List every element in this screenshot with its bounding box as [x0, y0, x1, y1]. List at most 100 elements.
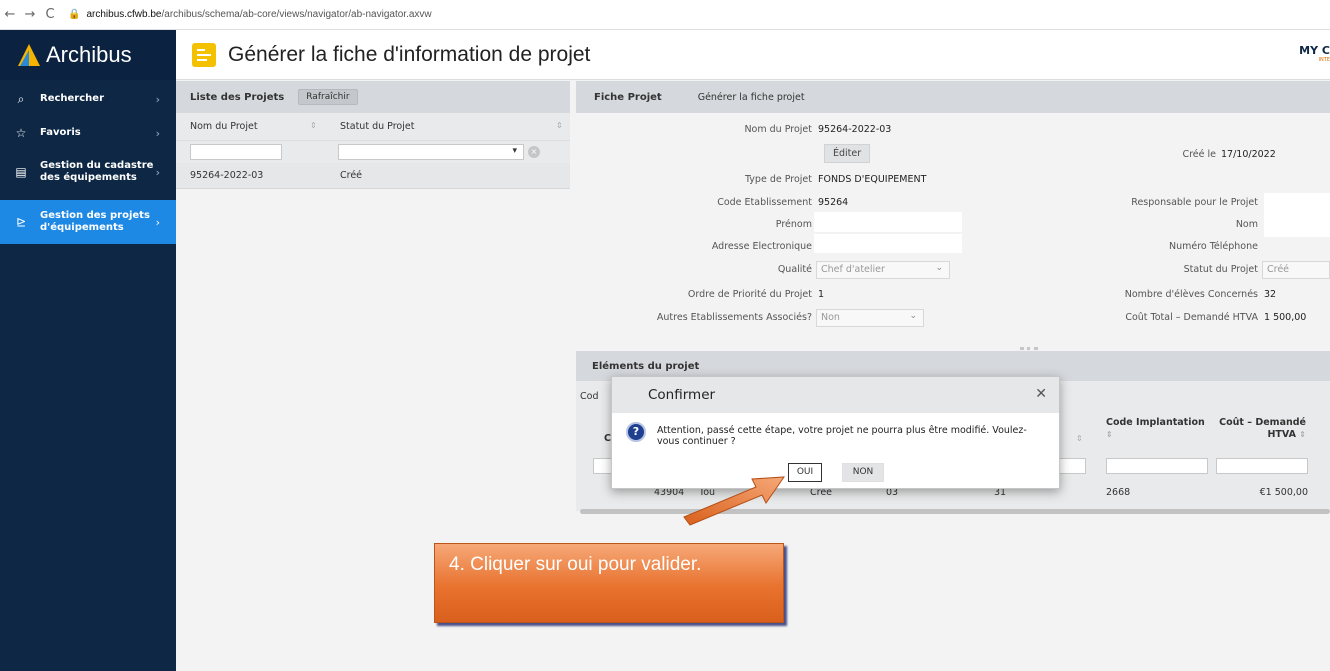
clear-filter-icon[interactable]: ×: [528, 146, 540, 158]
column-nom-projet[interactable]: Nom du Projet ⇕: [190, 121, 340, 132]
column-label: Nom du Projet: [190, 121, 258, 132]
sidebar: Archibus ⌕ Rechercher › ☆ Favoris › ▤ Ge…: [0, 30, 176, 671]
refresh-button[interactable]: Rafraîchir: [298, 89, 358, 105]
chevron-down-icon: ▾: [512, 146, 517, 156]
value-responsable: [1264, 193, 1330, 213]
sort-icon: ⇕: [1106, 430, 1113, 439]
value-type-projet: FONDS D'EQUIPEMENT: [818, 174, 927, 185]
statut-value: Créé: [1267, 264, 1290, 275]
form-header: Fiche Projet Générer la fiche projet: [576, 81, 1330, 113]
page-title: Générer la fiche d'information de projet: [228, 42, 591, 66]
column-label: Coût – Demandé HTVA: [1219, 417, 1306, 440]
non-button[interactable]: NON: [842, 463, 884, 482]
edit-button[interactable]: Éditer: [824, 144, 871, 163]
report-icon: [192, 42, 216, 67]
filter-nom-input[interactable]: [190, 144, 282, 160]
filter-implantation-input[interactable]: [1106, 458, 1208, 474]
qualite-value: Chef d'atelier: [821, 264, 885, 275]
label-cree-le: Créé le: [1182, 149, 1216, 160]
value-email: [814, 234, 962, 253]
label-type-projet: Type de Projet: [744, 174, 812, 185]
column-statut-projet[interactable]: Statut du Projet ⇕: [340, 121, 563, 132]
browser-bar: ← → C 🔒 archibus.cfwb.be/archibus/schema…: [0, 0, 1330, 30]
url-path: /archibus/schema/ab-core/views/navigator…: [161, 9, 432, 20]
annotation-arrow-icon: [683, 476, 785, 526]
chevron-right-icon: ›: [155, 126, 160, 140]
filter-input[interactable]: [1056, 458, 1086, 474]
column-cout-demande[interactable]: Coût – Demandé HTVA ⇕: [1210, 417, 1306, 441]
archibus-logo-icon: [18, 44, 40, 66]
label-code-etab: Code Etablissement: [717, 197, 812, 208]
sort-icon: ⇕: [310, 121, 317, 130]
label-telephone: Numéro Téléphone: [1168, 241, 1258, 252]
value-cree-le: 17/10/2022: [1221, 149, 1276, 160]
label-responsable: Responsable pour le Projet: [1131, 197, 1258, 208]
dialog-title: Confirmer: [648, 387, 716, 403]
annotation-callout: 4. Cliquer sur oui pour valider.: [434, 543, 784, 623]
column-cod: Cod: [580, 391, 599, 402]
project-form: Nom du Projet 95264-2022-03 Éditer Créé …: [576, 113, 1330, 383]
user-menu[interactable]: MY C INTE: [1299, 44, 1330, 63]
chevron-down-icon: ⌄: [935, 263, 943, 273]
column-label: Code Implantation: [1106, 417, 1205, 428]
close-icon[interactable]: ✕: [1035, 386, 1047, 402]
sidebar-item-cadastre[interactable]: ▤ Gestion du cadastre des équipements ›: [0, 150, 176, 194]
value-prenom: [814, 212, 962, 232]
label-email: Adresse Electronique: [711, 241, 812, 252]
label-eleves: Nombre d'élèves Concernés: [1124, 289, 1258, 300]
chevron-right-icon: ›: [155, 92, 160, 106]
label-qualite: Qualité: [777, 264, 812, 275]
table-row[interactable]: 95264-2022-03 Créé: [176, 163, 570, 189]
label-cout: Coût Total – Demandé HTVA: [1125, 312, 1258, 323]
logo[interactable]: Archibus: [0, 30, 176, 80]
user-menu-label: MY C: [1299, 44, 1330, 57]
filter-row: ▾ ×: [176, 141, 570, 163]
value-code-etab: 95264: [818, 197, 849, 208]
back-icon[interactable]: ←: [0, 7, 20, 22]
elements-title: Eléments du projet: [592, 360, 700, 372]
chevron-right-icon: ›: [155, 165, 160, 179]
grid-header: Nom du Projet ⇕ Statut du Projet ⇕: [176, 113, 570, 141]
book-icon: ▤: [15, 165, 27, 179]
value-nom: [1264, 213, 1330, 237]
forward-icon[interactable]: →: [20, 7, 40, 22]
logo-text: Archibus: [46, 42, 132, 67]
sort-icon: ⇕: [556, 121, 563, 130]
tab-fiche-projet[interactable]: Fiche Projet: [594, 92, 662, 103]
panel-splitter[interactable]: [1020, 347, 1038, 350]
filter-cout-input[interactable]: [1216, 458, 1308, 474]
dialog-message: Attention, passé cette étape, votre proj…: [657, 425, 1027, 447]
value-eleves: 32: [1264, 289, 1277, 300]
qualite-select[interactable]: Chef d'atelier ⌄: [816, 261, 950, 279]
url-host: archibus.cfwb.be: [86, 9, 162, 20]
value-nom-projet: 95264-2022-03: [818, 124, 892, 135]
chevron-right-icon: ›: [155, 215, 160, 229]
value-cout: 1 500,00: [1264, 312, 1307, 323]
cell-statut: Créé: [340, 170, 363, 181]
question-icon: ?: [626, 422, 646, 442]
sidebar-item-projets[interactable]: ⊵ Gestion des projets d'équipements ›: [0, 200, 176, 244]
sidebar-item-favoris[interactable]: ☆ Favoris ›: [0, 116, 176, 150]
label-nom-projet: Nom du Projet: [744, 124, 812, 135]
dialog-header: Confirmer ✕: [612, 377, 1059, 413]
label-autres: Autres Etablissements Associés?: [656, 312, 812, 323]
statut-select[interactable]: Créé: [1262, 261, 1330, 279]
generate-fiche-button[interactable]: Générer la fiche projet: [698, 92, 805, 103]
label-priorite: Ordre de Priorité du Projet: [687, 289, 812, 300]
panel-title: Liste des Projets: [190, 91, 285, 103]
column-code-implantation[interactable]: Code Implantation ⇕: [1106, 417, 1206, 441]
project-list-header: Liste des Projets Rafraîchir: [176, 81, 570, 113]
column-c: C: [604, 433, 611, 444]
label-nom: Nom: [1235, 219, 1258, 230]
autres-select[interactable]: Non ⌄: [816, 309, 924, 327]
filter-statut-select[interactable]: ▾: [338, 144, 524, 160]
star-icon: ☆: [15, 126, 27, 140]
sort-icon: ⇕: [1076, 434, 1083, 443]
sidebar-item-rechercher[interactable]: ⌕ Rechercher ›: [0, 82, 176, 116]
column-label: Statut du Projet: [340, 121, 415, 132]
sort-icon: ⇕: [1299, 430, 1306, 439]
cell-cout: €1 500,00: [1259, 487, 1308, 498]
address-bar[interactable]: archibus.cfwb.be/archibus/schema/ab-core…: [86, 9, 431, 20]
label-statut: Statut du Projet: [1183, 264, 1258, 275]
reload-icon[interactable]: C: [40, 7, 60, 22]
